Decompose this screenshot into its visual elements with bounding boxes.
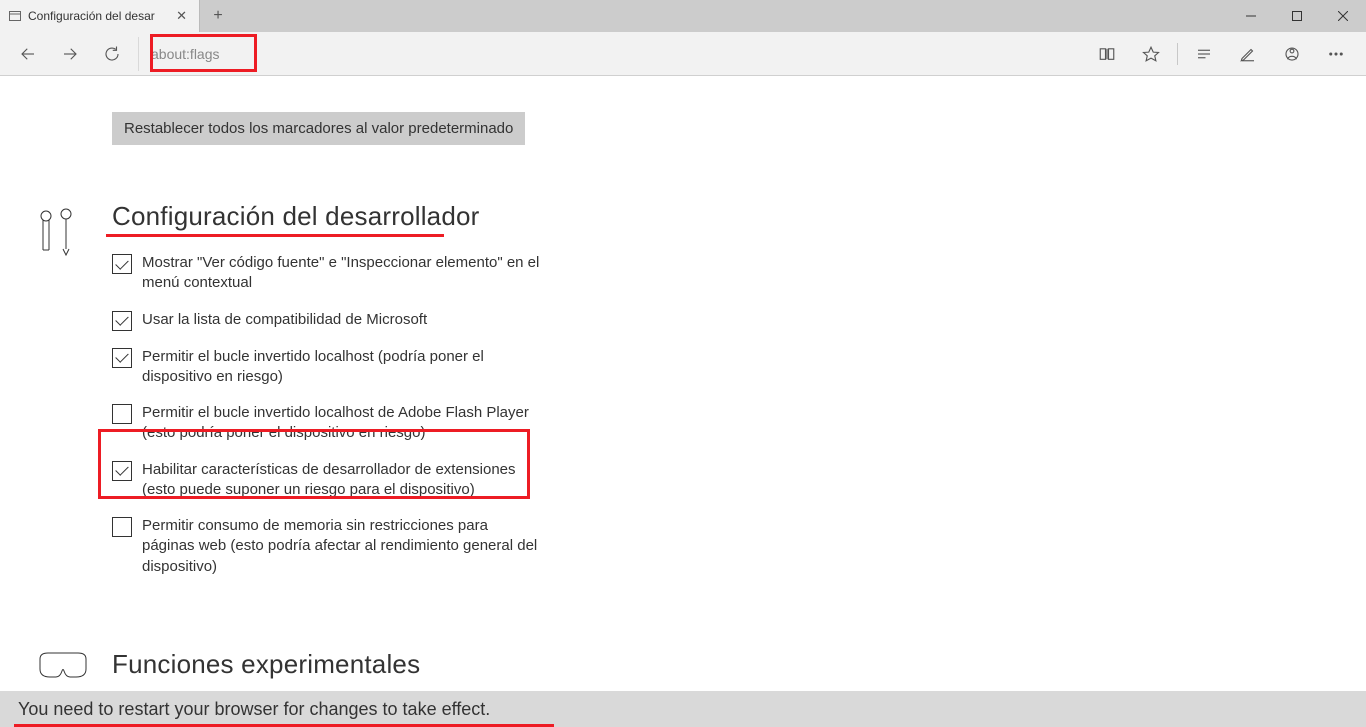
new-tab-button[interactable]: + [200, 0, 236, 32]
checkbox-0[interactable] [112, 254, 132, 274]
toolbar-divider [1177, 43, 1178, 65]
page-icon [8, 9, 22, 23]
option-row-1: Usar la lista de compatibilidad de Micro… [112, 310, 652, 331]
browser-tab[interactable]: Configuración del desar ✕ [0, 0, 200, 32]
section-developer: Configuración del desarrollador Mostrar … [0, 201, 1366, 593]
hub-icon[interactable] [1182, 34, 1226, 74]
checkbox-1[interactable] [112, 311, 132, 331]
goggles-icon [36, 649, 86, 686]
url-text: about:flags [151, 46, 220, 62]
notes-icon[interactable] [1226, 34, 1270, 74]
option-label-4: Habilitar características de desarrollad… [142, 460, 542, 501]
section-title-developer: Configuración del desarrollador [112, 201, 652, 232]
option-label-0: Mostrar "Ver código fuente" e "Inspeccio… [142, 253, 542, 294]
favorite-icon[interactable] [1129, 34, 1173, 74]
toolbar: about:flags [0, 32, 1366, 76]
checkbox-3[interactable] [112, 404, 132, 424]
forward-button[interactable] [50, 34, 90, 74]
restart-notice-text: You need to restart your browser for cha… [18, 699, 490, 720]
option-label-5: Permitir consumo de memoria sin restricc… [142, 516, 542, 577]
title-bar: Configuración del desar ✕ + [0, 0, 1366, 32]
option-row-4: Habilitar características de desarrollad… [112, 460, 652, 501]
minimize-button[interactable] [1228, 0, 1274, 32]
share-icon[interactable] [1270, 34, 1314, 74]
refresh-button[interactable] [92, 34, 132, 74]
option-row-0: Mostrar "Ver código fuente" e "Inspeccio… [112, 253, 652, 294]
option-row-3: Permitir el bucle invertido localhost de… [112, 403, 652, 444]
option-row-5: Permitir consumo de memoria sin restricc… [112, 516, 652, 577]
option-label-2: Permitir el bucle invertido localhost (p… [142, 347, 542, 388]
option-label-1: Usar la lista de compatibilidad de Micro… [142, 310, 427, 330]
option-row-2: Permitir el bucle invertido localhost (p… [112, 347, 652, 388]
wrench-icon [36, 205, 86, 264]
close-window-button[interactable] [1320, 0, 1366, 32]
reset-flags-button[interactable]: Restablecer todos los marcadores al valo… [112, 112, 525, 145]
section-title-experimental: Funciones experimentales [112, 649, 652, 680]
highlight-title-underline [106, 234, 444, 237]
close-tab-icon[interactable]: ✕ [174, 8, 189, 24]
back-button[interactable] [8, 34, 48, 74]
reading-view-icon[interactable] [1085, 34, 1129, 74]
checkbox-5[interactable] [112, 517, 132, 537]
restart-notice-bar: You need to restart your browser for cha… [0, 691, 1366, 727]
address-bar[interactable]: about:flags [138, 37, 220, 71]
option-label-3: Permitir el bucle invertido localhost de… [142, 403, 542, 444]
window-controls [1228, 0, 1366, 32]
content-area: Restablecer todos los marcadores al valo… [0, 76, 1366, 727]
tab-title: Configuración del desar [28, 9, 168, 23]
more-icon[interactable] [1314, 34, 1358, 74]
maximize-button[interactable] [1274, 0, 1320, 32]
checkbox-4[interactable] [112, 461, 132, 481]
checkbox-2[interactable] [112, 348, 132, 368]
